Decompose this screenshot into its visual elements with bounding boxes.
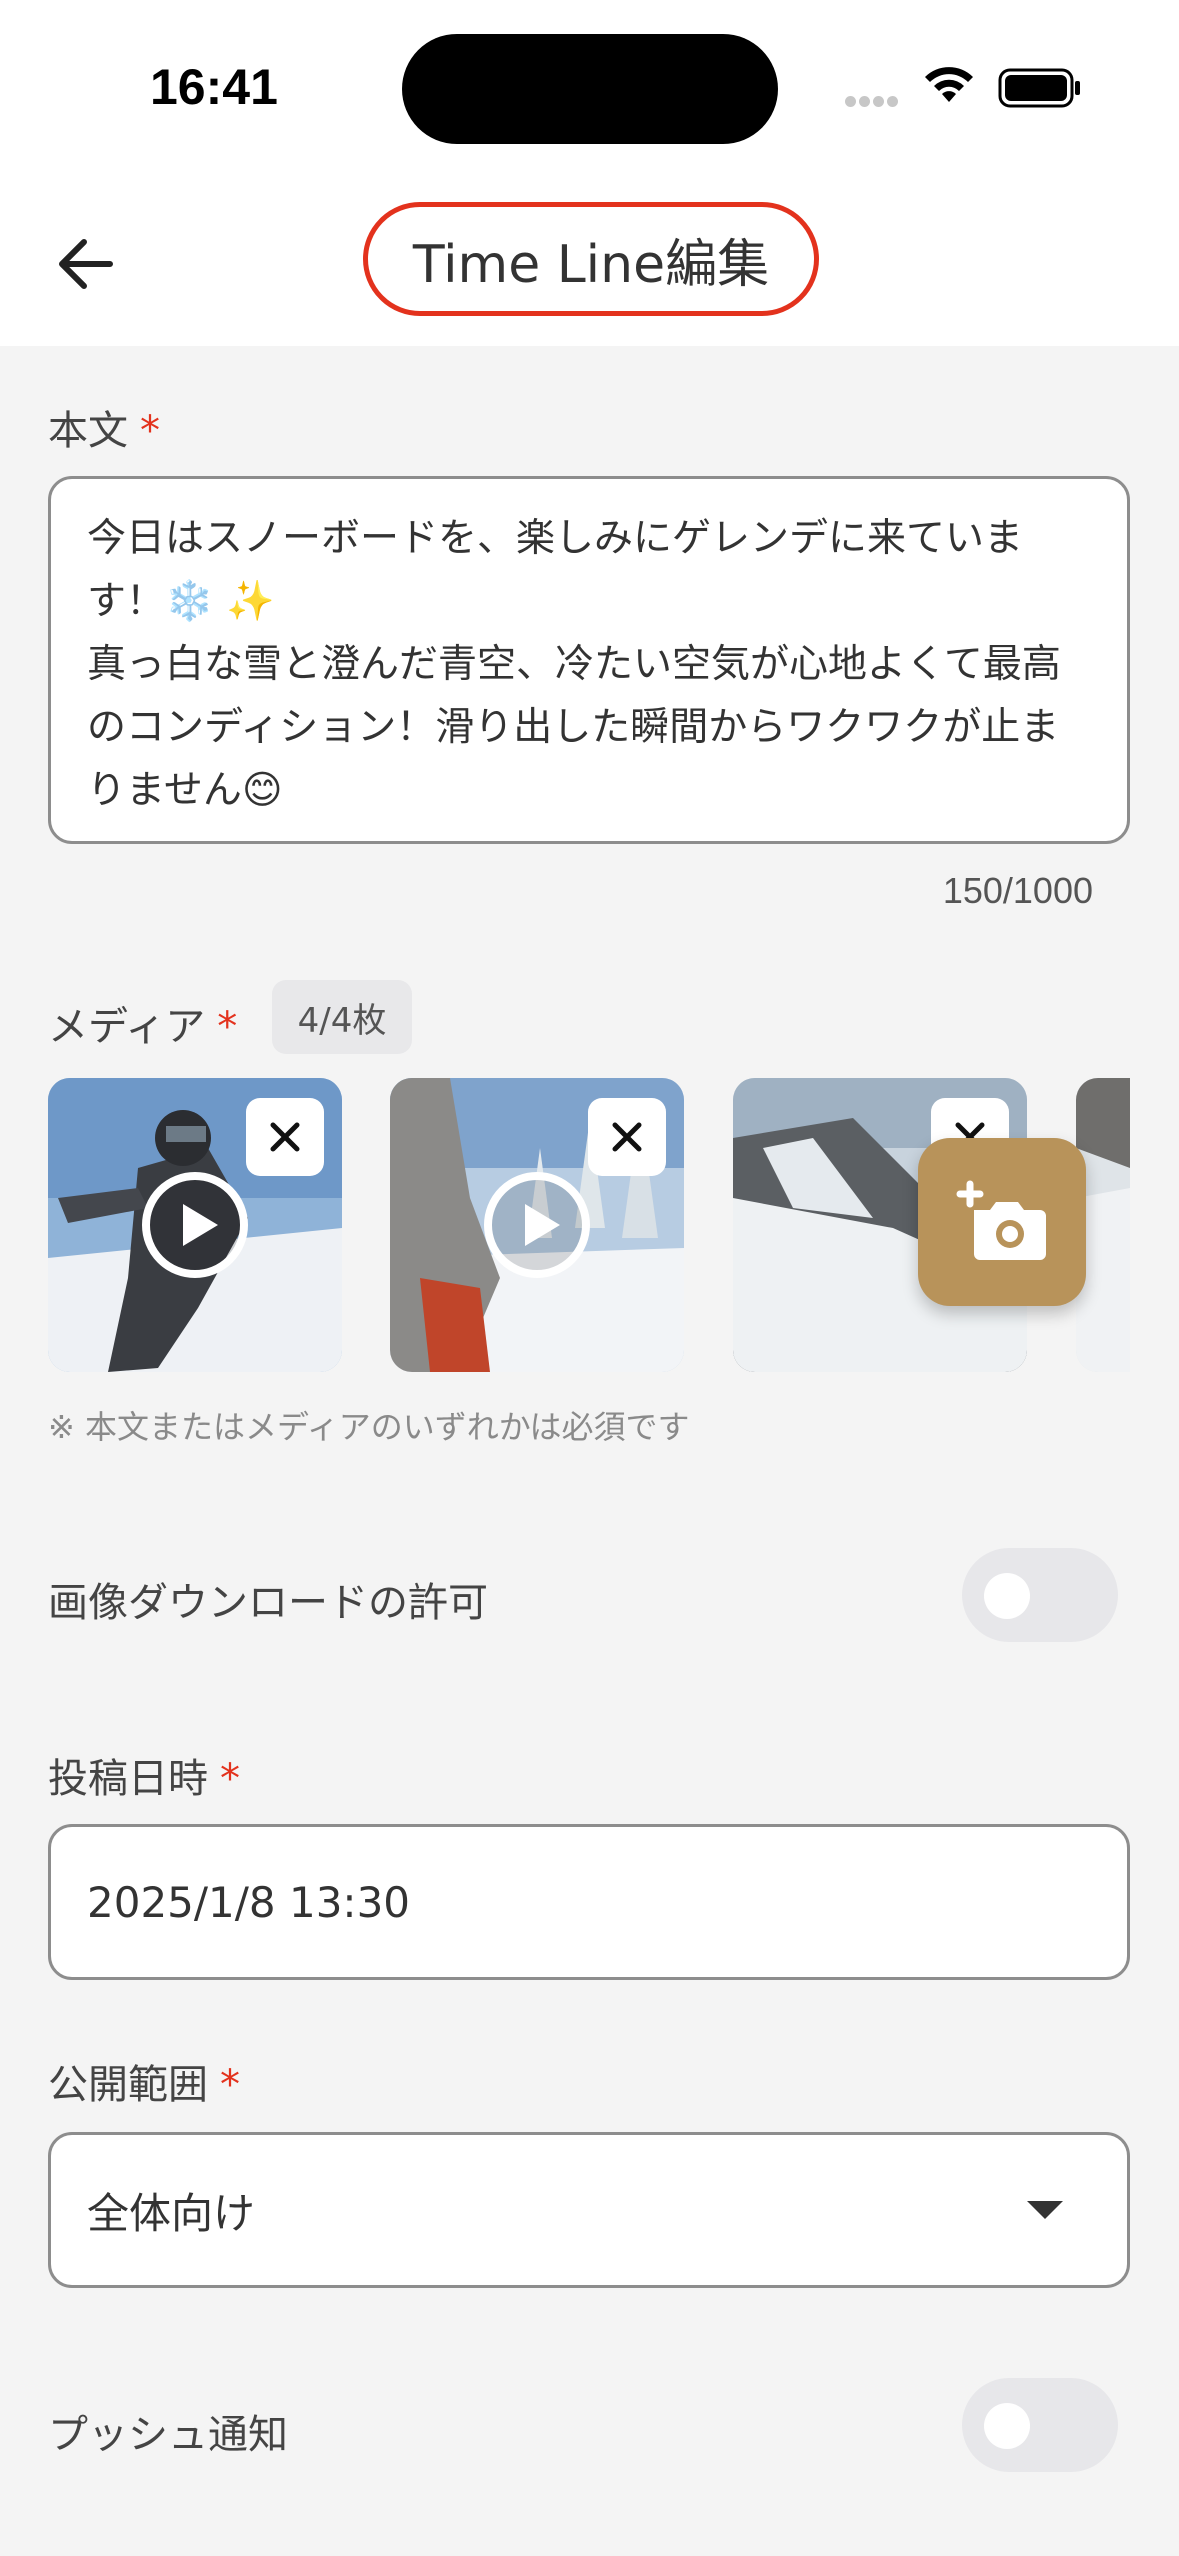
play-icon[interactable] [482, 1170, 592, 1280]
visibility-label: 公開範囲 [48, 2062, 208, 2108]
required-mark: * [140, 408, 160, 454]
arrow-left-icon [59, 239, 113, 289]
post-datetime-field[interactable]: 2025/1/8 13:30 [48, 1824, 1130, 1980]
add-media-button[interactable] [918, 1138, 1086, 1306]
add-photo-icon [956, 1180, 1046, 1260]
media-count-badge: 4/4枚 [272, 980, 412, 1054]
remove-media-button[interactable] [246, 1098, 324, 1176]
visibility-value: 全体向け [87, 2188, 256, 2238]
visibility-label-row: 公開範囲 * [48, 2052, 240, 2110]
close-icon [270, 1122, 300, 1152]
remove-media-button[interactable] [588, 1098, 666, 1176]
page-title: Time Line編集 [412, 234, 770, 295]
back-button[interactable] [48, 228, 120, 300]
media-required-note: ※ 本文またはメディアのいずれかは必須です [48, 1408, 690, 1446]
body-text-label-row: 本文 * [48, 398, 160, 456]
media-thumbnail[interactable] [390, 1078, 684, 1372]
required-mark: * [220, 2062, 240, 2108]
body-text-input[interactable]: 今日はスノーボードを、楽しみにゲレンデに来ています！❄️ ✨ 真っ白な雪と澄んだ… [48, 476, 1130, 844]
dynamic-island [402, 34, 778, 144]
post-datetime-value: 2025/1/8 13:30 [87, 1877, 411, 1927]
cellular-signal-icon [845, 92, 901, 111]
download-permission-label: 画像ダウンロードの許可 [48, 1580, 488, 1626]
app-header: Time Line編集 [0, 180, 1179, 346]
play-icon[interactable] [140, 1170, 250, 1280]
battery-icon [998, 68, 1080, 108]
status-time: 16:41 [150, 59, 278, 115]
page-title-highlight: Time Line編集 [363, 202, 819, 316]
status-bar: 16:41 [0, 0, 1179, 180]
visibility-select[interactable]: 全体向け [48, 2132, 1130, 2288]
toggle-knob [984, 2403, 1030, 2449]
character-counter: 150/1000 [942, 870, 1093, 911]
push-notification-toggle[interactable] [962, 2378, 1118, 2472]
post-datetime-label-row: 投稿日時 * [48, 1746, 240, 1804]
required-mark: * [220, 1756, 240, 1802]
push-notification-label: プッシュ通知 [48, 2412, 288, 2458]
wifi-icon [925, 67, 973, 102]
toggle-knob [984, 1573, 1030, 1619]
media-thumbnail[interactable] [48, 1078, 342, 1372]
body-text-label: 本文 [48, 408, 128, 454]
media-label-row: メディア * [48, 994, 237, 1052]
chevron-down-icon [1027, 2201, 1063, 2219]
required-mark: * [217, 1004, 238, 1050]
media-label: メディア [48, 1004, 206, 1050]
post-datetime-label: 投稿日時 [48, 1756, 208, 1802]
close-icon [612, 1122, 642, 1152]
download-permission-toggle[interactable] [962, 1548, 1118, 1642]
